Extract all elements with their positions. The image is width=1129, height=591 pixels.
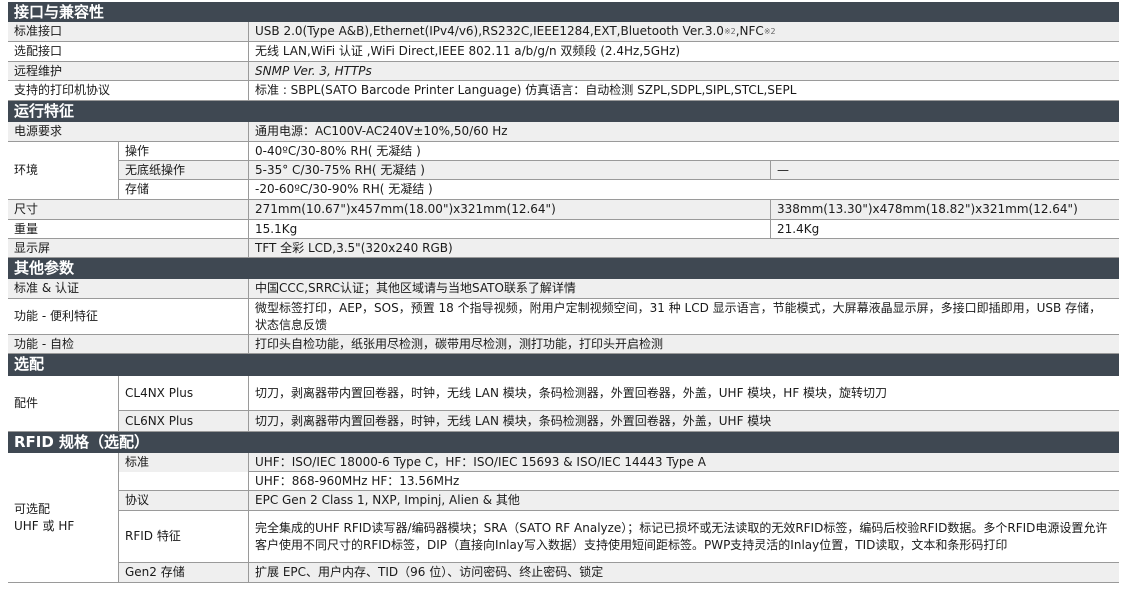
label-convenience: 功能 - 便利特征: [14, 309, 98, 323]
row-rfid-frequency: UHF：868-960MHz HF：13.56MHz: [8, 472, 1119, 491]
rfid-group-line1: 可选配: [14, 501, 51, 516]
value-env-linerless-cl6: —: [770, 161, 1119, 179]
value-rfid-gen2-memory: 扩展 EPC、用户内存、TID（96 位）、访问密码、终止密码、锁定: [248, 563, 1119, 582]
row-accessory-cl6nx: CL6NX Plus 切刀，剥离器带内置回卷器，时钟，无线 LAN 模块，条码检…: [8, 411, 1119, 432]
row-optional-interface: 选配接口 无线 LAN,WiFi 认证 ,WiFi Direct,IEEE 80…: [8, 42, 1119, 62]
label-dimensions: 尺寸: [14, 202, 39, 216]
label-rfid-standard: 标准: [118, 453, 248, 472]
row-certification: 标准 & 认证 中国CCC,SRRC认证；其他区域请与当地SATO联系了解详情: [8, 279, 1119, 299]
row-env-linerless: 无底纸操作 5-35° C/30-75% RH( 无凝结 ) —: [8, 161, 1119, 180]
row-weight: 重量 15.1Kg 21.4Kg: [8, 220, 1119, 239]
row-standard-interface: 标准接口 USB 2.0(Type A&B),Ethernet(IPv4/v6)…: [8, 22, 1119, 42]
row-dimensions: 尺寸 271mm(10.67")x457mm(18.00")x321mm(12.…: [8, 200, 1119, 220]
value-cl4nx-plus: 切刀，剥离器带内置回卷器，时钟，无线 LAN 模块，条码检测器，外置回卷器，外盖…: [248, 376, 1119, 410]
value-dimensions-cl4: 271mm(10.67")x457mm(18.00")x321mm(12.64"…: [248, 200, 770, 219]
value-rfid-frequency: UHF：868-960MHz HF：13.56MHz: [248, 472, 1119, 490]
rfid-group-line2: UHF 或 HF: [14, 518, 75, 533]
value-weight-cl4: 15.1Kg: [248, 220, 770, 238]
value-env-operating: 0-40ºC/30-80% RH( 无凝结 ): [248, 142, 1119, 160]
label-rfid-gen2-memory: Gen2 存储: [118, 563, 248, 582]
label-rfid-features: RFID 特征: [118, 511, 248, 562]
row-rfid-features: RFID 特征 完全集成的UHF RFID读写器/编码器模块；SRA（SATO …: [8, 511, 1119, 563]
value-weight-cl6: 21.4Kg: [770, 220, 1119, 238]
row-accessory-cl4nx: CL4NX Plus 切刀，剥离器带内置回卷器，时钟，无线 LAN 模块，条码检…: [8, 376, 1119, 411]
value-rfid-features: 完全集成的UHF RFID读写器/编码器模块；SRA（SATO RF Analy…: [248, 511, 1119, 562]
row-rfid-standard: 标准 UHF：ISO/IEC 18000-6 Type C，HF：ISO/IEC…: [8, 453, 1119, 472]
value-optional-interface: 无线 LAN,WiFi 认证 ,WiFi Direct,IEEE 802.11 …: [248, 42, 1119, 61]
std-interface-text: USB 2.0(Type A&B),Ethernet(IPv4/v6),RS23…: [255, 24, 724, 38]
label-cl4nx-plus: CL4NX Plus: [118, 376, 248, 410]
row-display: 显示屏 TFT 全彩 LCD,3.5"(320x240 RGB): [8, 239, 1119, 258]
label-certification: 标准 & 认证: [14, 281, 79, 295]
label-display: 显示屏: [14, 240, 51, 255]
label-env-linerless: 无底纸操作: [118, 161, 248, 179]
section-header-rfid: RFID 规格（选配）: [8, 432, 1119, 453]
value-printer-protocol: 标准 : SBPL(SATO Barcode Printer Language)…: [248, 81, 1119, 100]
value-cl6nx-plus: 切刀，剥离器带内置回卷器，时钟，无线 LAN 模块，条码检测器，外置回卷器，外盖…: [248, 411, 1119, 431]
row-printer-protocol: 支持的打印机协议 标准 : SBPL(SATO Barcode Printer …: [8, 81, 1119, 101]
label-cl6nx-plus: CL6NX Plus: [118, 411, 248, 431]
value-certification: 中国CCC,SRRC认证；其他区域请与当地SATO联系了解详情: [248, 279, 1119, 298]
section-header-interface: 接口与兼容性: [8, 2, 1119, 22]
value-display: TFT 全彩 LCD,3.5"(320x240 RGB): [248, 239, 1119, 257]
label-standard-interface: 标准接口: [14, 24, 63, 38]
footnote-mark: ※2: [723, 27, 736, 36]
value-rfid-protocol: EPC Gen 2 Class 1, NXP, Impinj, Alien & …: [248, 491, 1119, 510]
value-dimensions-cl6: 338mm(13.30")x478mm(18.82")x321mm(12.64"…: [770, 200, 1119, 219]
value-self-check: 打印头自检功能，纸张用尽检测，碳带用尽检测，测打功能，打印头开启检测: [248, 335, 1119, 353]
value-standard-interface: USB 2.0(Type A&B),Ethernet(IPv4/v6),RS23…: [248, 22, 1119, 41]
value-convenience: 微型标签打印，AEP，SOS，预置 18 个指导视频，附用户定制视频空间，31 …: [248, 299, 1119, 334]
label-remote-maintenance: 远程维护: [14, 63, 63, 78]
row-remote-maintenance: 远程维护 SNMP Ver. 3, HTTPs: [8, 62, 1119, 81]
label-accessories: 配件: [8, 376, 118, 432]
row-power: 电源要求 通用电源：AC100V-AC240V±10%,50/60 Hz: [8, 122, 1119, 142]
value-env-storage: -20-60ºC/30-90% RH( 无凝结 ): [248, 180, 1119, 199]
row-rfid-gen2-memory: Gen2 存储 扩展 EPC、用户内存、TID（96 位）、访问密码、终止密码、…: [8, 563, 1119, 583]
value-rfid-standard: UHF：ISO/IEC 18000-6 Type C，HF：ISO/IEC 15…: [248, 453, 1119, 472]
label-environment: 环境: [8, 142, 118, 200]
label-rfid-group: 可选配 UHF 或 HF: [8, 453, 118, 583]
label-printer-protocol: 支持的打印机协议: [14, 83, 111, 97]
value-remote-maintenance: SNMP Ver. 3, HTTPs: [248, 62, 1119, 80]
row-rfid-protocol: 协议 EPC Gen 2 Class 1, NXP, Impinj, Alien…: [8, 491, 1119, 511]
std-interface-nfc: ,NFC: [735, 24, 764, 38]
label-power: 电源要求: [14, 124, 63, 138]
label-self-check: 功能 - 自检: [14, 336, 74, 351]
footnote-mark: ※2: [763, 27, 776, 36]
label-env-operating: 操作: [118, 142, 248, 160]
row-env-storage: 存储 -20-60ºC/30-90% RH( 无凝结 ): [8, 180, 1119, 200]
label-rfid-protocol: 协议: [118, 491, 248, 510]
label-optional-interface: 选配接口: [14, 44, 63, 58]
section-header-operation: 运行特征: [8, 101, 1119, 122]
section-header-other: 其他参数: [8, 258, 1119, 279]
label-env-storage: 存储: [118, 180, 248, 199]
value-power: 通用电源：AC100V-AC240V±10%,50/60 Hz: [248, 122, 1119, 141]
value-env-linerless: 5-35° C/30-75% RH( 无凝结 ): [248, 161, 770, 179]
row-convenience: 功能 - 便利特征 微型标签打印，AEP，SOS，预置 18 个指导视频，附用户…: [8, 299, 1119, 335]
row-self-check: 功能 - 自检 打印头自检功能，纸张用尽检测，碳带用尽检测，测打功能，打印头开启…: [8, 335, 1119, 354]
section-header-options: 选配: [8, 354, 1119, 376]
label-weight: 重量: [14, 221, 39, 236]
row-env-operating: 操作 0-40ºC/30-80% RH( 无凝结 ): [8, 142, 1119, 161]
label-rfid-frequency-empty: [118, 472, 248, 490]
